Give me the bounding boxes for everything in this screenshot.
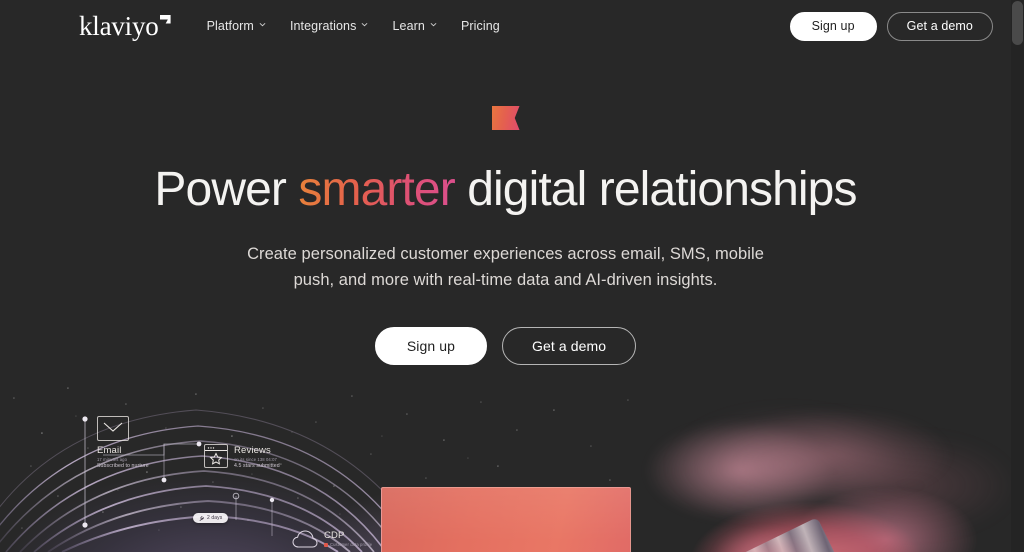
flow-delay-pill[interactable]: 2 days [193, 513, 229, 523]
page-title: Power smarter digital relationships [0, 163, 1011, 217]
chevron-down-icon [361, 21, 368, 28]
nav-item-pricing[interactable]: Pricing [459, 15, 502, 37]
flow-node-reviews[interactable]: Reviews on its since 138 04:07 4.5 stars… [204, 444, 280, 470]
coral-product-card [381, 487, 631, 552]
klaviyo-pennant-icon [491, 106, 520, 130]
header-demo-button[interactable]: Get a demo [886, 11, 993, 41]
chevron-down-icon [430, 21, 437, 28]
hero-section: Power smarter digital relationships Crea… [0, 52, 1011, 366]
hero-subtitle-line1: Create personalized customer experiences… [247, 244, 764, 263]
flow-node-cdp-title: CDP [324, 530, 345, 541]
page-scrollbar-thumb[interactable] [1012, 1, 1023, 45]
hero-subtitle: Create personalized customer experiences… [226, 241, 786, 294]
flow-delay-pill-label: 2 days [207, 514, 223, 521]
hero-title-part1: Power [154, 163, 299, 216]
site-header: klaviyo Platform Integrations Learn Pric… [0, 0, 1011, 52]
flow-node-email[interactable]: Email 17 minutes ago Subscribed to nurtu… [97, 416, 149, 470]
hero-title-accent: smarter [298, 163, 455, 216]
klaviyo-logo[interactable]: klaviyo [79, 10, 171, 41]
klaviyo-wordmark: klaviyo [79, 10, 159, 41]
coral-card-sheen [382, 488, 630, 552]
flow-node-email-sub: Subscribed to nurture [97, 463, 149, 469]
klaviyo-flag-mark-icon [159, 14, 171, 24]
flow-node-email-text: Email 17 minutes ago Subscribed to nurtu… [97, 444, 149, 470]
hero-subtitle-line2: push, and more with real-time data and A… [293, 271, 718, 290]
flow-node-cdp-text: CDP Customer data profile [324, 529, 372, 548]
flow-node-email-title: Email [97, 445, 122, 456]
envelope-icon [97, 416, 129, 441]
nav-item-pricing-label: Pricing [460, 19, 500, 33]
chevron-down-icon [259, 21, 266, 28]
cloud-icon [292, 529, 318, 550]
hero-cta-group: Sign up Get a demo [0, 327, 1011, 366]
page-root: Email 17 minutes ago Subscribed to nurtu… [0, 0, 1024, 552]
flow-node-reviews-title: Reviews [234, 445, 271, 456]
header-actions: Sign up Get a demo [789, 11, 993, 41]
flow-node-cdp-meta: Customer data profile [324, 542, 372, 548]
hero-flag-wrap [0, 106, 1011, 130]
hero-title-part2: digital relationships [454, 163, 857, 216]
nav-item-platform-label: Platform [206, 19, 254, 33]
nav-item-learn-label: Learn [392, 19, 425, 33]
primary-navigation: Platform Integrations Learn Pricing [205, 15, 502, 37]
flow-node-reviews-sub: 4.5 stars submitted [234, 463, 280, 469]
page-scrollbar-track[interactable] [1011, 0, 1024, 552]
hero-illustration: Email 17 minutes ago Subscribed to nurtu… [0, 370, 1011, 552]
hero-demo-button[interactable]: Get a demo [502, 327, 637, 366]
hero-signup-button[interactable]: Sign up [374, 327, 488, 366]
cdp-status-dot [324, 542, 328, 547]
review-star-window-icon [204, 444, 228, 468]
nav-item-platform[interactable]: Platform [205, 15, 268, 37]
nav-item-integrations-label: Integrations [289, 19, 357, 33]
wrench-icon [199, 515, 204, 521]
cdp-meta-text: Customer data profile [330, 542, 373, 547]
flow-node-reviews-text: Reviews on its since 138 04:07 4.5 stars… [234, 444, 280, 470]
header-signup-button[interactable]: Sign up [789, 11, 877, 41]
nav-item-learn[interactable]: Learn [390, 15, 438, 37]
nav-item-integrations[interactable]: Integrations [288, 15, 371, 37]
flow-node-cdp[interactable]: CDP Customer data profile [292, 529, 372, 550]
